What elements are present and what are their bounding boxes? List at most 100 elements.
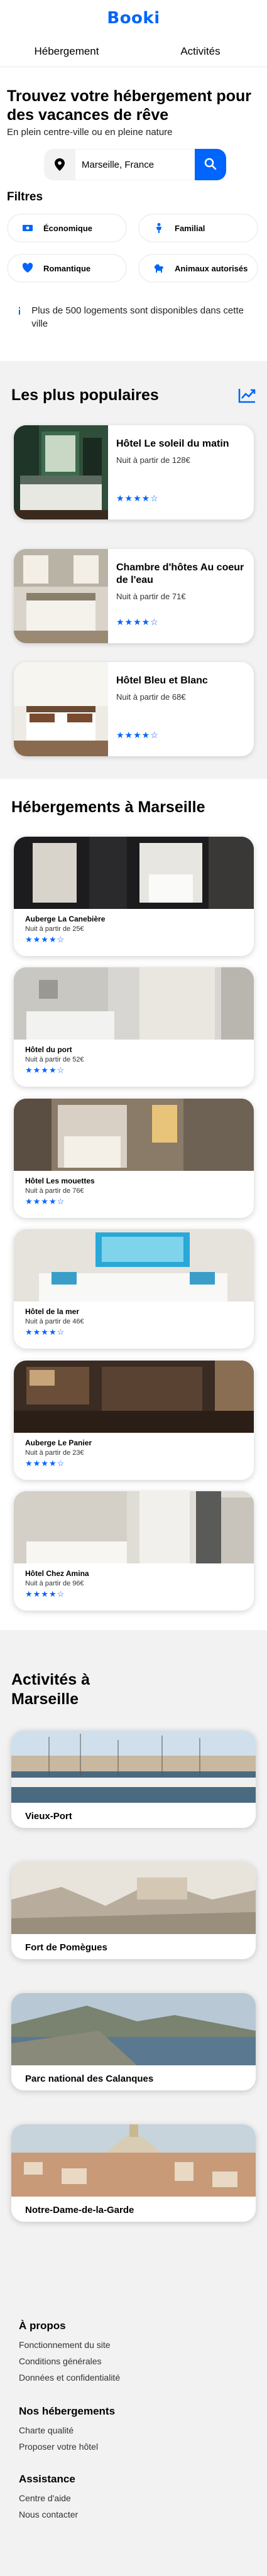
footer: À propos Fonctionnement du site Conditio… [0, 2290, 267, 2576]
rating-stars: ★★★★☆ [25, 1065, 65, 1075]
accommodation-card[interactable]: Hôtel Les mouettes Nuit à partir de 76€ … [14, 1099, 254, 1218]
hotel-name: Hôtel Chez Amina [25, 1569, 89, 1578]
filter-label: Économique [43, 223, 93, 233]
accommodation-card[interactable]: Auberge Le Panier Nuit à partir de 23€ ★… [14, 1361, 254, 1480]
hotel-name: Hôtel de la mer [25, 1307, 80, 1316]
footer-heading: Nos hébergements [19, 2405, 116, 2417]
activity-name: Vieux-Port [25, 1811, 72, 1822]
page-subtitle: En plein centre-ville ou en pleine natur… [7, 127, 173, 138]
hotel-photo [14, 837, 254, 909]
footer-link[interactable]: Données et confidentialité [19, 2372, 120, 2383]
activity-photo [11, 2124, 256, 2197]
popular-section: Les plus populaires Hôtel Le soleil du m… [0, 361, 267, 779]
hotel-price: Nuit à partir de 46€ [25, 1318, 84, 1325]
rating-stars: ★★★★☆ [25, 1327, 65, 1337]
hotel-photo [14, 1361, 254, 1433]
hotel-name: Hôtel Le soleil du matin [116, 438, 229, 449]
child-icon [150, 219, 168, 237]
rating-stars: ★★★★☆ [116, 730, 159, 740]
filter-label: Familial [175, 223, 205, 233]
page-title: Trouvez votre hébergement pour des vacan… [7, 87, 251, 124]
activity-card[interactable]: Fort de Pomègues [11, 1862, 256, 1959]
popular-card[interactable]: Hôtel Bleu et Blanc Nuit à partir de 68€… [14, 662, 254, 756]
hotel-photo [14, 1099, 254, 1171]
hotel-photo [14, 549, 108, 643]
hotel-price: Nuit à partir de 76€ [25, 1187, 84, 1195]
main-nav: Hébergement Activités [0, 45, 267, 63]
hotel-name: Chambre d'hôtes Au coeur de l'eau [116, 562, 244, 585]
rating-stars: ★★★★☆ [25, 1197, 65, 1206]
money-icon [18, 219, 37, 237]
hotel-name: Hôtel du port [25, 1045, 72, 1054]
search-bar [44, 149, 226, 180]
hotel-name: Auberge Le Panier [25, 1438, 92, 1447]
footer-link[interactable]: Charte qualité [19, 2425, 74, 2435]
accommodation-card[interactable]: Hôtel de la mer Nuit à partir de 46€ ★★★… [14, 1229, 254, 1349]
hotel-name: Hôtel Bleu et Blanc [116, 675, 208, 686]
activity-photo [11, 1862, 256, 1934]
footer-link[interactable]: Proposer votre hôtel [19, 2442, 98, 2452]
dog-icon [150, 259, 168, 278]
filter-economique[interactable]: Économique [7, 214, 127, 242]
rating-stars: ★★★★☆ [25, 935, 65, 944]
footer-heading: À propos [19, 2320, 66, 2332]
search-input[interactable] [75, 149, 195, 180]
info-message: Plus de 500 logements sont disponibles d… [7, 304, 258, 330]
activity-card[interactable]: Vieux-Port [11, 1731, 256, 1828]
accommodation-card[interactable]: Auberge La Canebière Nuit à partir de 25… [14, 837, 254, 956]
hotel-price: Nuit à partir de 96€ [25, 1580, 84, 1587]
activity-name: Notre-Dame-de-la-Garde [25, 2205, 134, 2215]
hotel-price: Nuit à partir de 52€ [25, 1056, 84, 1063]
section-title: Les plus populaires [11, 386, 159, 404]
heart-icon [18, 259, 37, 278]
footer-link[interactable]: Centre d'aide [19, 2493, 71, 2503]
nav-item-activites[interactable]: Activités [134, 45, 267, 58]
activity-photo [11, 1993, 256, 2065]
filter-animaux[interactable]: Animaux autorisés [138, 254, 258, 283]
header: Booki Hébergement Activités [0, 0, 267, 63]
rating-stars: ★★★★☆ [25, 1589, 65, 1599]
hotel-price: Nuit à partir de 128€ [116, 455, 190, 465]
section-title: Activités à Marseille [11, 1671, 90, 1708]
search-button[interactable] [195, 149, 226, 180]
hotel-price: Nuit à partir de 71€ [116, 592, 186, 601]
activity-photo [11, 1731, 256, 1803]
hotel-price: Nuit à partir de 68€ [116, 692, 186, 702]
nav-item-hebergement[interactable]: Hébergement [0, 45, 133, 58]
hotel-name: Auberge La Canebière [25, 915, 106, 923]
popular-card[interactable]: Hôtel Le soleil du matin Nuit à partir d… [14, 425, 254, 519]
activity-card[interactable]: Notre-Dame-de-la-Garde [11, 2124, 256, 2222]
hotel-photo [14, 425, 108, 519]
hotel-price: Nuit à partir de 25€ [25, 925, 84, 933]
info-text: Plus de 500 logements sont disponibles d… [31, 305, 244, 329]
hotel-photo [14, 1491, 254, 1563]
logo[interactable]: Booki [0, 9, 267, 28]
popular-card[interactable]: Chambre d'hôtes Au coeur de l'eau Nuit à… [14, 549, 254, 643]
hotel-photo [14, 662, 108, 756]
trending-icon [237, 388, 256, 404]
footer-link[interactable]: Fonctionnement du site [19, 2340, 111, 2350]
hotel-photo [14, 1229, 254, 1302]
activities-section: Activités à Marseille Vieux-Port Fort de… [0, 1630, 267, 2290]
hotel-photo [14, 967, 254, 1040]
activity-name: Parc national des Calanques [25, 2073, 154, 2084]
accommodation-card[interactable]: Hôtel Chez Amina Nuit à partir de 96€ ★★… [14, 1491, 254, 1611]
filter-label: Animaux autorisés [175, 263, 248, 273]
section-title: Hébergements à Marseille [11, 798, 205, 816]
accommodation-card[interactable]: Hôtel du port Nuit à partir de 52€ ★★★★☆ [14, 967, 254, 1087]
rating-stars: ★★★★☆ [116, 617, 159, 627]
rating-stars: ★★★★☆ [25, 1459, 65, 1468]
rating-stars: ★★★★☆ [116, 493, 159, 503]
footer-link[interactable]: Conditions générales [19, 2356, 102, 2366]
info-icon [7, 304, 31, 329]
search-icon [204, 158, 217, 172]
activity-card[interactable]: Parc national des Calanques [11, 1993, 256, 2090]
hotel-price: Nuit à partir de 23€ [25, 1449, 84, 1457]
location-pin-icon [44, 149, 75, 180]
footer-heading: Assistance [19, 2473, 75, 2485]
hotel-name: Hôtel Les mouettes [25, 1177, 95, 1185]
filter-romantique[interactable]: Romantique [7, 254, 127, 283]
footer-link[interactable]: Nous contacter [19, 2509, 78, 2519]
filters-title: Filtres [7, 190, 43, 204]
filter-familial[interactable]: Familial [138, 214, 258, 242]
